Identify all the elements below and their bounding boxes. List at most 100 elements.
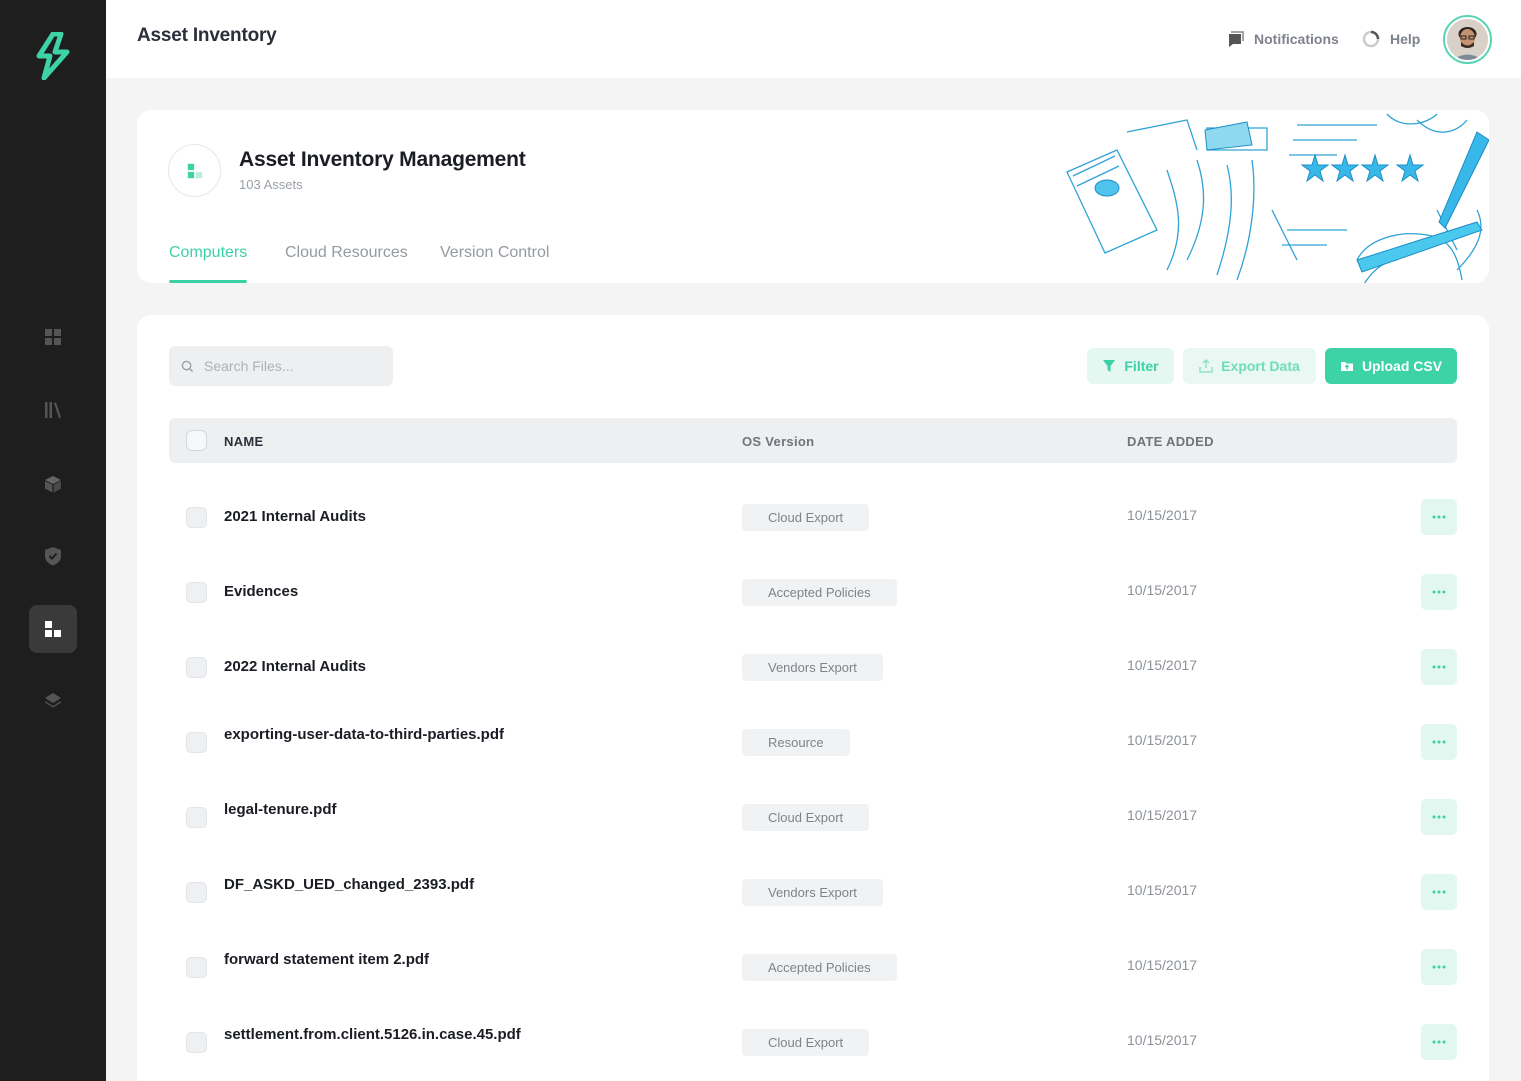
row-more-button[interactable] [1421, 1024, 1457, 1060]
row-name[interactable]: DF_ASKD_UED_changed_2393.pdf [224, 876, 474, 893]
table-row[interactable]: DF_ASKD_UED_changed_2393.pdf Vendors Exp… [169, 862, 1457, 922]
row-date: 10/15/2017 [1127, 807, 1198, 823]
os-version-tag: Cloud Export [742, 1029, 870, 1056]
os-version-tag: Vendors Export [742, 879, 883, 906]
page-title: Asset Inventory Management [239, 148, 526, 171]
row-date: 10/15/2017 [1127, 957, 1198, 973]
more-horizontal-icon [1432, 515, 1446, 519]
chat-bubbles-icon [1229, 31, 1244, 47]
row-name[interactable]: exporting-user-data-to-third-parties.pdf [224, 726, 504, 743]
os-version-tag: Resource [742, 729, 850, 756]
row-date: 10/15/2017 [1127, 507, 1198, 523]
help-label: Help [1390, 31, 1421, 47]
sidebar [0, 0, 106, 1081]
help-icon [1362, 30, 1380, 48]
os-version-tag: Accepted Policies [742, 579, 897, 606]
filter-button[interactable]: Filter [1087, 348, 1174, 384]
inventory-summary-card: Asset Inventory Management 103 Assets Co… [137, 110, 1489, 283]
shield-icon [45, 547, 61, 566]
more-horizontal-icon [1432, 965, 1446, 969]
row-more-button[interactable] [1421, 874, 1457, 910]
table-header: NAME OS Version DATE ADDED [169, 418, 1457, 463]
upload-csv-button[interactable]: Upload CSV [1325, 348, 1457, 384]
os-version-tag: Vendors Export [742, 654, 883, 681]
row-more-button[interactable] [1421, 574, 1457, 610]
tab-computers[interactable]: Computers [169, 244, 248, 283]
row-more-button[interactable] [1421, 649, 1457, 685]
column-header-date-added[interactable]: DATE ADDED [1127, 434, 1214, 449]
sidebar-item-inventory[interactable] [29, 605, 77, 653]
row-name[interactable]: 2021 Internal Audits [224, 508, 366, 525]
more-horizontal-icon [1432, 590, 1446, 594]
row-more-button[interactable] [1421, 724, 1457, 760]
user-avatar[interactable] [1443, 15, 1492, 64]
more-horizontal-icon [1432, 815, 1446, 819]
notifications-link[interactable]: Notifications [1225, 29, 1339, 49]
library-icon [45, 402, 61, 418]
row-date: 10/15/2017 [1127, 732, 1198, 748]
sidebar-item-dashboard[interactable] [29, 313, 77, 361]
export-data-button[interactable]: Export Data [1183, 348, 1316, 384]
help-link[interactable]: Help [1361, 29, 1420, 49]
table-row[interactable]: 2022 Internal Audits Vendors Export 10/1… [169, 637, 1457, 697]
table-row[interactable]: Evidences Accepted Policies 10/15/2017 [169, 562, 1457, 622]
row-checkbox[interactable] [186, 957, 207, 978]
row-date: 10/15/2017 [1127, 1032, 1198, 1048]
search-box [169, 346, 393, 386]
tab-cloud-resources[interactable]: Cloud Resources [285, 244, 408, 283]
export-icon [1199, 359, 1213, 373]
row-name[interactable]: 2022 Internal Audits [224, 658, 366, 675]
row-more-button[interactable] [1421, 799, 1457, 835]
row-checkbox[interactable] [186, 882, 207, 903]
row-more-button[interactable] [1421, 949, 1457, 985]
row-date: 10/15/2017 [1127, 657, 1198, 673]
page-header-title: Asset Inventory [137, 25, 277, 46]
row-name[interactable]: Evidences [224, 583, 298, 600]
table-row[interactable]: forward statement item 2.pdf Accepted Po… [169, 937, 1457, 997]
search-input[interactable] [204, 358, 374, 374]
row-checkbox[interactable] [186, 657, 207, 678]
sidebar-item-assets[interactable] [29, 460, 77, 508]
select-all-checkbox[interactable] [186, 430, 207, 451]
table-row[interactable]: settlement.from.client.5126.in.case.45.p… [169, 1012, 1457, 1072]
row-name[interactable]: forward statement item 2.pdf [224, 951, 429, 968]
column-header-os-version[interactable]: OS Version [742, 434, 814, 449]
asset-count: 103 Assets [239, 177, 303, 192]
os-version-tag: Accepted Policies [742, 954, 897, 981]
more-horizontal-icon [1432, 740, 1446, 744]
dashboard-icon [45, 329, 61, 345]
folder-upload-icon [1340, 362, 1353, 371]
sidebar-item-library[interactable] [29, 386, 77, 434]
export-label: Export Data [1221, 358, 1300, 374]
row-checkbox[interactable] [186, 732, 207, 753]
sidebar-item-security[interactable] [29, 532, 77, 580]
column-header-name[interactable]: NAME [224, 434, 263, 449]
assets-table-card: Filter Export Data Upload CSV NAME OS Ve… [137, 315, 1489, 1081]
inventory-icon [45, 621, 61, 637]
row-checkbox[interactable] [186, 1032, 207, 1053]
upload-label: Upload CSV [1361, 358, 1443, 374]
tab-version-control[interactable]: Version Control [440, 244, 549, 283]
logo-icon[interactable] [33, 32, 73, 80]
table-row[interactable]: 2021 Internal Audits Cloud Export 10/15/… [169, 487, 1457, 547]
filter-label: Filter [1124, 358, 1159, 374]
sidebar-item-layers[interactable] [29, 676, 77, 724]
top-header: Asset Inventory Notifications Help [106, 0, 1521, 78]
row-checkbox[interactable] [186, 807, 207, 828]
table-row[interactable]: legal-tenure.pdf Cloud Export 10/15/2017 [169, 787, 1457, 847]
more-horizontal-icon [1432, 665, 1446, 669]
table-row[interactable]: exporting-user-data-to-third-parties.pdf… [169, 712, 1457, 772]
row-name[interactable]: legal-tenure.pdf [224, 801, 337, 818]
cube-icon [45, 476, 61, 493]
more-horizontal-icon [1432, 890, 1446, 894]
header-illustration [1066, 113, 1489, 283]
row-checkbox[interactable] [186, 582, 207, 603]
row-name[interactable]: settlement.from.client.5126.in.case.45.p… [224, 1026, 521, 1043]
notifications-label: Notifications [1254, 31, 1339, 47]
search-icon [181, 360, 194, 372]
inventory-badge [168, 144, 221, 197]
row-checkbox[interactable] [186, 507, 207, 528]
filter-icon [1103, 360, 1116, 372]
avatar-image [1447, 19, 1488, 60]
row-more-button[interactable] [1421, 499, 1457, 535]
